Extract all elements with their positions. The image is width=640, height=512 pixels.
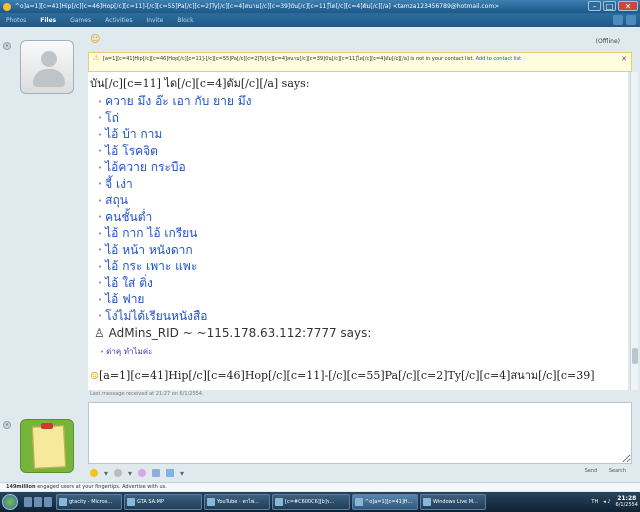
collapse-bottom-icon[interactable]: «: [3, 421, 11, 429]
message-item: • ไอ้ กระ เพาะ แพะ: [98, 259, 198, 273]
menu-photos[interactable]: Photos: [6, 17, 26, 24]
nudge-icon[interactable]: [138, 469, 147, 477]
collapse-top-icon[interactable]: «: [3, 42, 11, 50]
contact-smile-icon: ☺: [90, 34, 101, 45]
dropdown-icon[interactable]: ▾: [180, 469, 184, 478]
ad-text: engaged users at your fingertips. Advert…: [35, 484, 167, 490]
taskbar-button[interactable]: ^o]a=1][c=41]H...: [352, 494, 418, 510]
conversation-scrollbar[interactable]: [630, 72, 638, 390]
sharing-icon[interactable]: [613, 15, 623, 25]
info-bar-text: [a=1][c=41]Hip[/c][c=46]Hop[/c][c=11]-[/…: [102, 56, 474, 62]
title-bar: ^o]a=1][c=41]Hip[/c][c=46]Hop[/c][c=11]-…: [0, 0, 640, 13]
message-item: • ไอ้ ฟาย: [98, 292, 145, 306]
message-item: • โถ่: [98, 110, 119, 125]
pin-icon: [41, 423, 53, 429]
voice-clip-icon[interactable]: [152, 469, 161, 477]
taskbar-button[interactable]: [c=#C600C6][b]ร...: [272, 494, 350, 510]
dismiss-icon[interactable]: ✕: [621, 56, 627, 63]
input-actions: Send Search: [575, 468, 626, 474]
clock[interactable]: 21:28 6/1/2554: [616, 496, 638, 509]
window-title: ^o]a=1][c=41]Hip[/c][c=46]Hop[/c][c=11]-…: [14, 3, 500, 10]
warning-icon: ⚠: [93, 54, 100, 62]
maximize-button[interactable]: □: [603, 1, 616, 11]
last-message-info: Last message received at 21:27 on 6/1/25…: [90, 391, 204, 397]
messenger-icon: [3, 2, 11, 11]
note-icon: [31, 425, 67, 469]
dropdown-icon[interactable]: ▾: [104, 469, 108, 478]
menu-right-icons: [613, 15, 636, 25]
minimize-button[interactable]: –: [588, 1, 601, 11]
quicklaunch-icon[interactable]: [24, 497, 32, 507]
message-item: • ควาย มึง อ๊ะ เอา กับ ยาย มึง: [98, 94, 252, 108]
contact-avatar[interactable]: [20, 40, 74, 94]
menu-block[interactable]: Block: [177, 17, 193, 24]
tray-icons[interactable]: ◂ ♪: [603, 499, 610, 505]
menu-bar: Photos Files Games Activities Invite Blo…: [0, 13, 640, 27]
menu-files[interactable]: Files: [40, 17, 56, 24]
avatar-head-icon: [41, 51, 57, 67]
dropdown-icon[interactable]: ▾: [128, 469, 132, 478]
smile-icon: ☺: [90, 371, 99, 382]
close-button[interactable]: ✕: [618, 1, 638, 11]
taskbar: gtacity - Micros... GTA SA:MP YouTube - …: [0, 492, 640, 512]
message-item: • ไอ้ กาก ไอ้ เกรียน: [98, 226, 198, 240]
message-item: • ไอ้ควาย กระบือ: [98, 160, 186, 174]
message-item: • ไอ้ โรคจิต: [98, 143, 158, 158]
menu-games[interactable]: Games: [70, 17, 91, 24]
emoticon-icon[interactable]: [90, 469, 98, 477]
reply-message: • ด่าคุ ทำไมค่ะ: [100, 347, 153, 356]
ad-bar[interactable]: 149million engaged users at your fingert…: [0, 482, 640, 491]
conversation-pane: บัน[/c][c=11] ได[/c][c=4]ดัม[/c][/a] say…: [88, 72, 628, 390]
contact-info-bar: ⚠ [a=1][c=41]Hip[/c][c=46]Hop[/c][c=11]-…: [88, 52, 632, 72]
message-item: • จี้ เง่า: [98, 176, 133, 191]
avatar-body-icon: [33, 69, 65, 87]
message-item: • ไอ้ หน้า หนังดาก: [98, 242, 193, 257]
sender-two: ♙ AdMins_RID ~ ~115.178.63.112:7777 says…: [94, 326, 372, 340]
language-indicator[interactable]: TH: [591, 499, 598, 505]
contact-name-line: ☺[a=1][c=41]Hip[/c][c=46]Hop[/c][c=11]-[…: [90, 369, 595, 382]
taskbar-button[interactable]: gtacity - Micros...: [56, 494, 122, 510]
scrollbar-thumb[interactable]: [632, 348, 638, 364]
start-button[interactable]: [2, 494, 18, 510]
message-item: • ไอ้ บ้า กาม: [98, 127, 163, 141]
my-avatar[interactable]: [20, 419, 74, 473]
message-item: • สถุน: [98, 193, 128, 207]
taskbar-button[interactable]: YouTube - พาไพ่...: [204, 494, 270, 510]
window-controls: – □ ✕: [588, 1, 638, 11]
message-item: • โง่ไม่ได้เรียนหนังสือ: [98, 308, 208, 323]
menu-activities[interactable]: Activities: [105, 17, 132, 24]
system-tray: TH ◂ ♪ 21:28 6/1/2554: [591, 492, 638, 512]
contact-status: (Offline): [595, 38, 620, 45]
input-toolbar: ▾ ▾ ▾ Send Search: [88, 466, 632, 480]
font-icon[interactable]: [166, 469, 175, 477]
message-list: • ควาย มึง อ๊ะ เอา กับ ยาย มึง • โถ่ • ไอ้ …: [98, 92, 251, 323]
sender-one: บัน[/c][c=11] ได[/c][c=4]ดัม[/c][/a] say…: [90, 77, 310, 90]
message-input[interactable]: [88, 402, 632, 464]
wink-icon[interactable]: [114, 469, 123, 477]
search-button[interactable]: Search: [609, 468, 626, 474]
message-item: • ไอ้ ใส่ ติ่ง: [98, 275, 153, 290]
quicklaunch-icon[interactable]: [44, 497, 52, 507]
taskbar-button[interactable]: Windows Live M...: [420, 494, 486, 510]
menu-options-icon[interactable]: [626, 15, 636, 25]
send-button[interactable]: Send: [585, 468, 598, 474]
ad-count: 149million: [6, 484, 36, 490]
person-icon: ♙: [94, 326, 109, 340]
message-item: • คนชั้นต่ำ: [98, 209, 153, 224]
contact-header: ☺ (Offline): [88, 30, 624, 50]
add-contact-link[interactable]: Add to contact list: [476, 56, 522, 62]
taskbar-button[interactable]: GTA SA:MP: [124, 494, 202, 510]
quicklaunch-icon[interactable]: [34, 497, 42, 507]
menu-invite[interactable]: Invite: [146, 17, 163, 24]
